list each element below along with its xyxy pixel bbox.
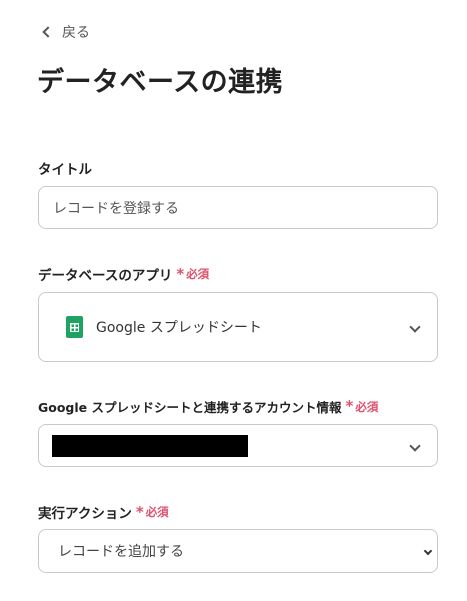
required-badge: * 必須 xyxy=(176,264,210,283)
app-select-value: Google スプレッドシート xyxy=(96,320,262,336)
chevron-down-icon xyxy=(423,546,433,556)
page-title: データベースの連携 xyxy=(37,67,284,98)
required-badge: * 必須 xyxy=(345,397,379,415)
back-label: 戻る xyxy=(62,25,90,41)
chevron-left-icon xyxy=(42,26,54,38)
back-link[interactable]: 戻る xyxy=(42,22,90,42)
action-label: 実行アクション * 必須 xyxy=(38,502,169,522)
title-label: タイトル xyxy=(38,162,92,178)
chevron-down-icon xyxy=(409,321,421,333)
account-select[interactable] xyxy=(38,424,438,467)
action-select-value: レコードを追加する xyxy=(58,544,184,560)
redacted-account-value xyxy=(52,434,248,457)
chevron-down-icon xyxy=(409,439,421,452)
title-input[interactable]: レコードを登録する xyxy=(38,186,438,229)
google-sheets-icon xyxy=(66,316,83,338)
account-label: Google スプレッドシートと連携するアカウント情報 * 必須 xyxy=(38,397,379,416)
title-input-value: レコードを登録する xyxy=(53,200,179,217)
required-badge: * 必須 xyxy=(135,502,169,521)
action-select[interactable]: レコードを追加する xyxy=(38,529,438,573)
app-label: データベースのアプリ * 必須 xyxy=(38,264,210,284)
app-select[interactable]: Google スプレッドシート xyxy=(38,292,438,362)
